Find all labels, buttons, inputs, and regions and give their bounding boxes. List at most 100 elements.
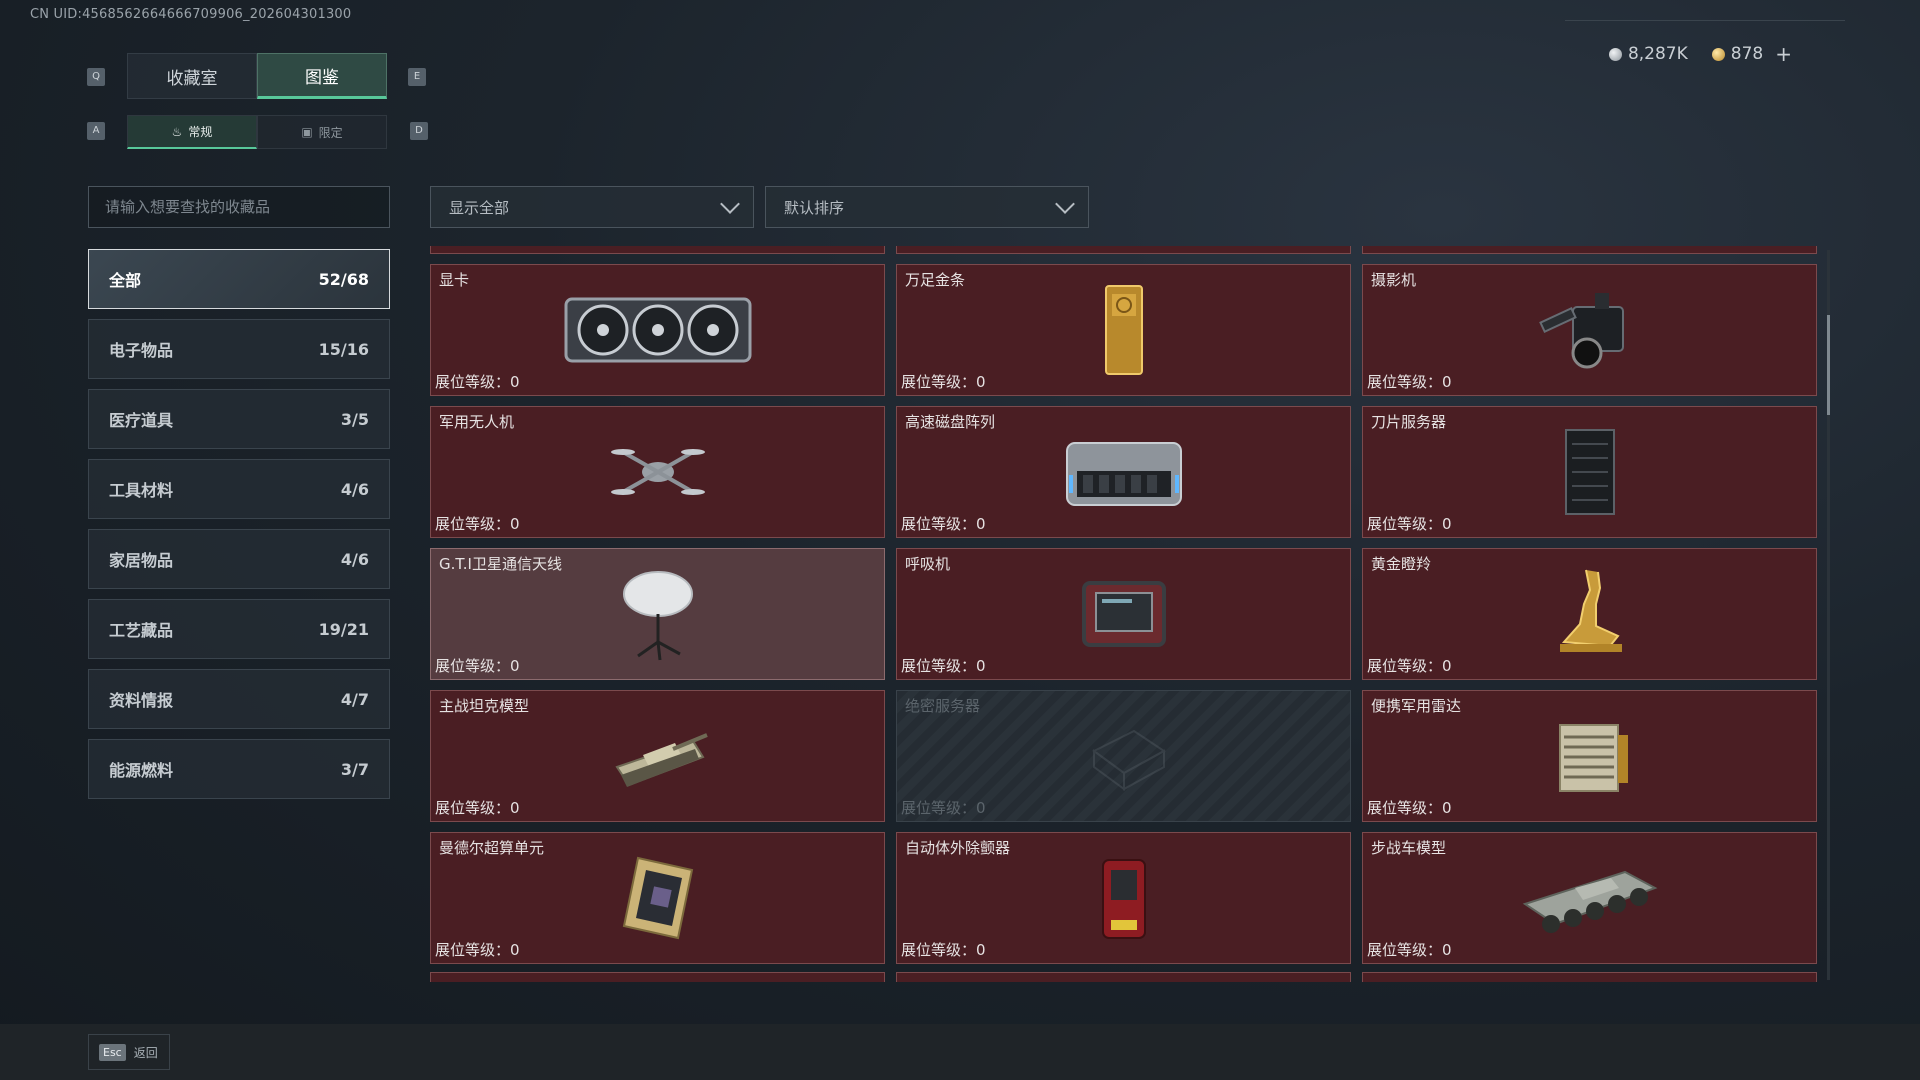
ventilator-icon xyxy=(1081,581,1166,647)
tank-icon xyxy=(614,733,708,787)
item-level: 展位等级：0 xyxy=(901,515,986,533)
sub-tabs: ♨ 常规 ▣ 限定 xyxy=(127,115,387,149)
gold-currency: 878 + xyxy=(1711,42,1792,66)
item-card-drone[interactable]: 军用无人机 展位等级：0 xyxy=(430,406,885,538)
category-energy[interactable]: 能源燃料 3/7 xyxy=(88,739,390,799)
subtab-limited[interactable]: ▣ 限定 xyxy=(257,115,387,149)
item-name: 万足金条 xyxy=(905,271,966,289)
partial-card xyxy=(430,246,885,254)
category-count: 3/7 xyxy=(340,759,369,779)
partial-card xyxy=(1362,246,1817,254)
item-card-secret-server[interactable]: 绝密服务器 展位等级：0 xyxy=(896,690,1351,822)
item-name: 军用无人机 xyxy=(439,413,515,431)
frame-icon: ▣ xyxy=(301,125,313,139)
uid-label: CN UID:4568562664666709906_202604301300 xyxy=(30,7,352,22)
partial-card xyxy=(896,246,1351,254)
satellite-dish-icon xyxy=(622,571,693,661)
item-name: 黄金瞪羚 xyxy=(1371,555,1432,573)
tab-catalog[interactable]: 图鉴 xyxy=(257,53,387,99)
category-label: 能源燃料 xyxy=(109,761,174,780)
category-household[interactable]: 家居物品 4/6 xyxy=(88,529,390,589)
item-card-disk-array[interactable]: 高速磁盘阵列 展位等级：0 xyxy=(896,406,1351,538)
item-card-tank-model[interactable]: 主战坦克模型 展位等级：0 xyxy=(430,690,885,822)
disk-array-icon xyxy=(1065,442,1182,506)
gold-coin-icon xyxy=(1711,47,1725,61)
subtab-regular[interactable]: ♨ 常规 xyxy=(127,115,257,149)
category-label: 全部 xyxy=(109,271,142,290)
top-divider xyxy=(1565,20,1845,21)
back-button[interactable]: Esc 返回 xyxy=(88,1034,170,1070)
item-card-ifv-model[interactable]: 步战车模型 展位等级：0 xyxy=(1362,832,1817,964)
radar-icon xyxy=(1558,724,1628,792)
item-name: 摄影机 xyxy=(1371,271,1417,289)
key-hint-e: E xyxy=(408,68,426,86)
item-card-gold-gazelle[interactable]: 黄金瞪羚 展位等级：0 xyxy=(1362,548,1817,680)
server-icon xyxy=(1564,429,1615,515)
category-label: 资料情报 xyxy=(109,691,174,710)
item-card-gold-bar[interactable]: 万足金条 展位等级：0 xyxy=(896,264,1351,396)
item-name: 主战坦克模型 xyxy=(439,697,530,715)
camera-icon xyxy=(1538,293,1624,369)
gold-amount: 878 xyxy=(1730,44,1764,64)
scrollbar-thumb[interactable] xyxy=(1827,315,1830,415)
item-card-portable-radar[interactable]: 便携军用雷达 展位等级：0 xyxy=(1362,690,1817,822)
item-level: 展位等级：0 xyxy=(1367,657,1452,675)
footer-bar xyxy=(0,1024,1920,1080)
category-label: 电子物品 xyxy=(109,341,174,360)
gpu-icon xyxy=(564,297,751,363)
add-currency-button[interactable]: + xyxy=(1775,42,1792,66)
category-count: 3/5 xyxy=(340,409,369,429)
main-tabs: 收藏室 图鉴 xyxy=(127,53,387,99)
key-hint-q: Q xyxy=(87,68,105,86)
item-level: 展位等级：0 xyxy=(901,799,986,817)
tab-collection-room[interactable]: 收藏室 xyxy=(127,53,257,99)
sort-dropdown[interactable]: 默认排序 xyxy=(765,186,1089,228)
item-card-satellite-antenna[interactable]: G.T.I卫星通信天线 展位等级：0 xyxy=(430,548,885,680)
item-name: 步战车模型 xyxy=(1371,839,1447,857)
category-intel[interactable]: 资料情报 4/7 xyxy=(88,669,390,729)
partial-card xyxy=(1362,972,1817,982)
item-name: 呼吸机 xyxy=(905,555,951,573)
sort-value: 默认排序 xyxy=(784,198,845,217)
defibrillator-icon xyxy=(1101,859,1146,939)
item-level: 展位等级：0 xyxy=(1367,373,1452,391)
item-level: 展位等级：0 xyxy=(901,941,986,959)
category-label: 家居物品 xyxy=(109,551,174,570)
category-count: 52/68 xyxy=(318,269,369,289)
filter-dropdown[interactable]: 显示全部 xyxy=(430,186,754,228)
category-all[interactable]: 全部 52/68 xyxy=(88,249,390,309)
category-tools[interactable]: 工具材料 4/6 xyxy=(88,459,390,519)
category-label: 工艺藏品 xyxy=(109,621,174,640)
next-row-edge xyxy=(430,972,1817,982)
partial-card xyxy=(430,972,885,982)
item-card-supercompute-unit[interactable]: 曼德尔超算单元 展位等级：0 xyxy=(430,832,885,964)
item-card-camera[interactable]: 摄影机 展位等级：0 xyxy=(1362,264,1817,396)
item-level: 展位等级：0 xyxy=(435,515,520,533)
category-label: 工具材料 xyxy=(109,481,174,500)
item-name: 显卡 xyxy=(439,271,470,289)
category-count: 4/6 xyxy=(340,549,369,569)
drone-icon xyxy=(610,449,705,495)
category-electronics[interactable]: 电子物品 15/16 xyxy=(88,319,390,379)
item-grid: 显卡 展位等级：0 万足金条 展位等级：0 摄影机 展位等级：0 军用无人机 展… xyxy=(430,264,1817,964)
currency-bar: 8,287K 878 + xyxy=(1608,42,1792,66)
silver-coin-icon xyxy=(1608,47,1622,61)
item-name: 曼德尔超算单元 xyxy=(439,839,545,857)
item-level: 展位等级：0 xyxy=(435,373,520,391)
item-card-aed[interactable]: 自动体外除颤器 展位等级：0 xyxy=(896,832,1351,964)
key-hint-d: D xyxy=(410,122,428,140)
item-name: 便携军用雷达 xyxy=(1371,697,1462,715)
item-card-gpu[interactable]: 显卡 展位等级：0 xyxy=(430,264,885,396)
grid-scrollbar[interactable] xyxy=(1827,250,1830,980)
category-list: 全部 52/68 电子物品 15/16 医疗道具 3/5 工具材料 4/6 家居物品 4/… xyxy=(88,249,390,809)
search-input[interactable] xyxy=(88,186,390,228)
category-medical[interactable]: 医疗道具 3/5 xyxy=(88,389,390,449)
previous-row-edge xyxy=(430,246,1817,254)
gold-bar-icon xyxy=(1104,285,1143,375)
category-crafts[interactable]: 工艺藏品 19/21 xyxy=(88,599,390,659)
item-level: 展位等级：0 xyxy=(901,657,986,675)
item-level: 展位等级：0 xyxy=(435,657,520,675)
item-card-ventilator[interactable]: 呼吸机 展位等级：0 xyxy=(896,548,1351,680)
item-card-blade-server[interactable]: 刀片服务器 展位等级：0 xyxy=(1362,406,1817,538)
filter-value: 显示全部 xyxy=(449,198,510,217)
